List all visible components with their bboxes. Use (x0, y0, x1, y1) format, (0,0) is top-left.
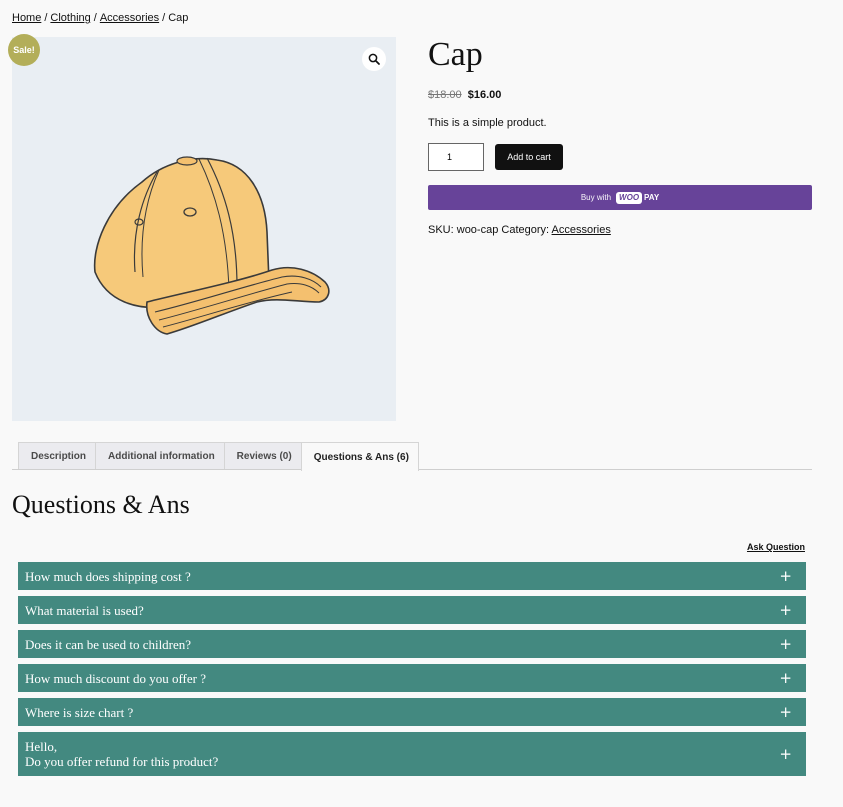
tab-additional-information[interactable]: Additional information (95, 442, 225, 469)
qa-heading: Questions & Ans (12, 490, 190, 519)
woopay-logo-pay: PAY (644, 193, 660, 202)
product-price: $18.00 $16.00 (428, 88, 501, 102)
zoom-button[interactable] (362, 47, 386, 71)
breadcrumb: Home / Clothing / Accessories / Cap (12, 11, 188, 25)
breadcrumb-home-link[interactable]: Home (12, 12, 41, 24)
faq-item[interactable]: Does it can be used to children? + (18, 630, 806, 658)
magnifier-icon (368, 53, 380, 65)
faq-item[interactable]: Where is size chart ? + (18, 698, 806, 726)
tab-questions-answers[interactable]: Questions & Ans (6) (300, 442, 419, 471)
woopay-logo: WOO PAY (616, 191, 660, 204)
breadcrumb-separator: / (162, 12, 166, 24)
plus-icon: + (779, 566, 792, 585)
breadcrumb-separator: / (93, 12, 97, 24)
tab-description[interactable]: Description (18, 442, 97, 469)
faq-list: How much does shipping cost ? + What mat… (18, 562, 806, 782)
sku-value: woo-cap (456, 224, 499, 236)
faq-item[interactable]: How much discount do you offer ? + (18, 664, 806, 692)
product-tabs: Description Additional information Revie… (18, 442, 419, 471)
tab-reviews[interactable]: Reviews (0) (223, 442, 302, 469)
plus-icon: + (779, 600, 792, 619)
plus-icon: + (779, 744, 792, 763)
product-title: Cap (428, 36, 483, 73)
plus-icon: + (779, 668, 792, 687)
cap-product-image (93, 156, 330, 335)
product-meta: SKU: woo-cap Category: Accessories (428, 223, 611, 237)
plus-icon: + (779, 634, 792, 653)
breadcrumb-clothing-link[interactable]: Clothing (50, 12, 90, 24)
sale-price: $16.00 (467, 89, 502, 101)
breadcrumb-current: Cap (168, 12, 189, 24)
category-link[interactable]: Accessories (552, 224, 611, 236)
woopay-logo-woo: WOO (616, 191, 643, 204)
ask-question-link[interactable]: Ask Question (747, 542, 805, 552)
regular-price: $18.00 (428, 89, 462, 101)
faq-question: Does it can be used to children? (25, 636, 192, 652)
faq-question: What material is used? (25, 602, 144, 618)
breadcrumb-accessories-link[interactable]: Accessories (100, 12, 159, 24)
faq-item[interactable]: What material is used? + (18, 596, 806, 624)
faq-item[interactable]: How much does shipping cost ? + (18, 562, 806, 590)
add-to-cart-button[interactable]: Add to cart (495, 144, 563, 170)
category-label: Category: (501, 224, 550, 236)
faq-question: Where is size chart ? (25, 704, 134, 720)
faq-question: How much does shipping cost ? (25, 568, 191, 584)
short-description: This is a simple product. (428, 117, 547, 129)
sale-badge: Sale! (8, 34, 40, 66)
faq-item[interactable]: Hello, Do you offer refund for this prod… (18, 732, 806, 776)
plus-icon: + (779, 702, 792, 721)
sku-label: SKU: (428, 224, 454, 236)
woopay-prefix: Buy with (580, 193, 612, 202)
faq-question: Hello, Do you offer refund for this prod… (25, 739, 219, 769)
quantity-input[interactable] (428, 143, 484, 171)
breadcrumb-separator: / (44, 12, 48, 24)
faq-question: How much discount do you offer ? (25, 670, 207, 686)
product-gallery[interactable] (12, 37, 396, 421)
woopay-button[interactable]: Buy with WOO PAY (428, 185, 812, 210)
